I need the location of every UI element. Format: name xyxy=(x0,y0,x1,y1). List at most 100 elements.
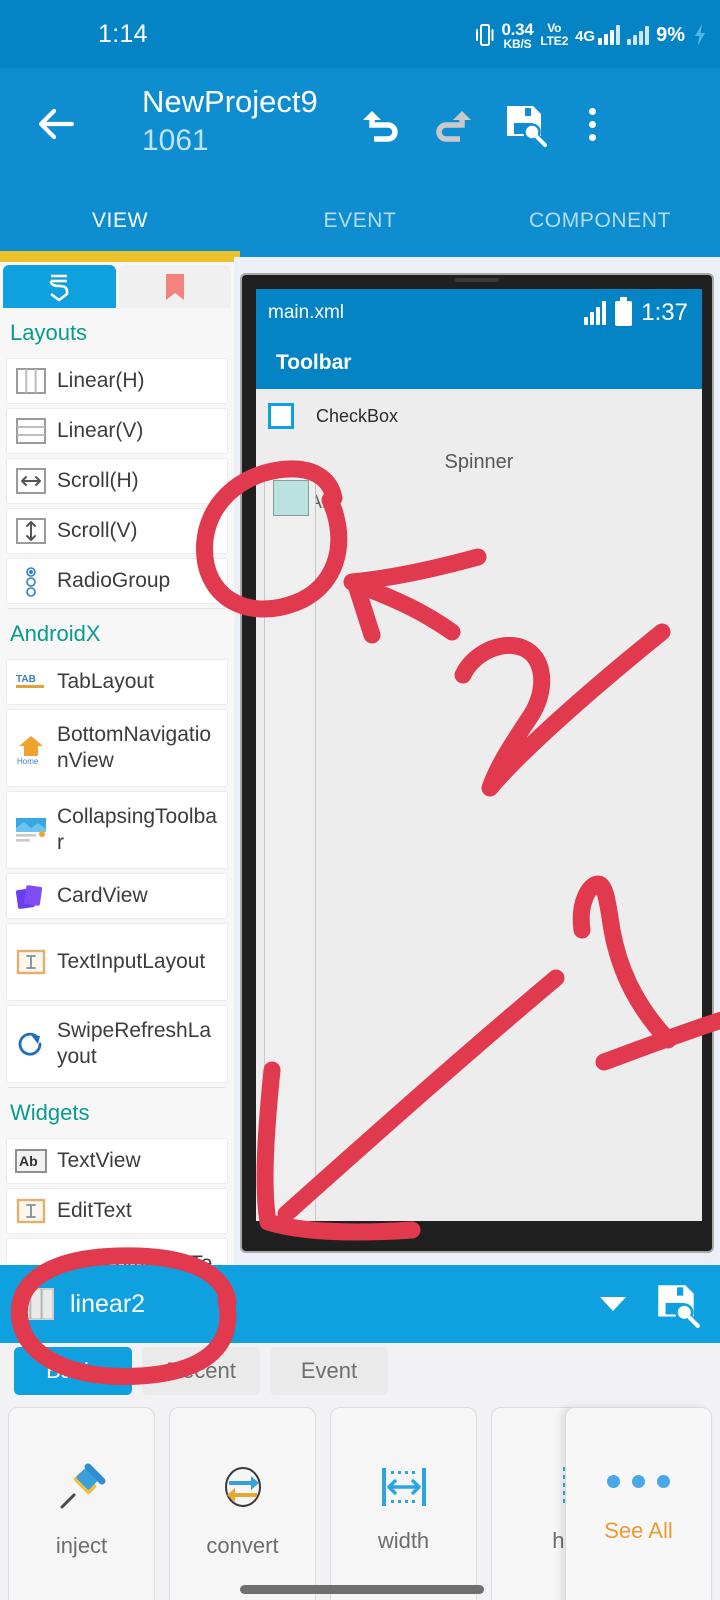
signal-bars-icon xyxy=(584,301,607,325)
palette-tab-bar xyxy=(0,262,234,308)
preview-clock: 1:37 xyxy=(641,299,688,326)
tab-event[interactable]: EVENT xyxy=(240,185,480,257)
property-tab-event[interactable]: Event xyxy=(270,1347,388,1395)
preview-linear2-container[interactable] xyxy=(264,471,316,1221)
selected-widget-name: linear2 xyxy=(70,1289,146,1318)
palette-tab-favorites[interactable] xyxy=(118,265,231,308)
textview-icon: Ab xyxy=(13,1143,49,1179)
palette-item-label: SwipeRefreshLayout xyxy=(57,1019,212,1068)
save-button[interactable] xyxy=(489,96,561,152)
vibrate-icon xyxy=(475,24,494,46)
palette-item-linear-h[interactable]: Linear(H) xyxy=(6,358,228,404)
network-speed-unit: KB/S xyxy=(503,36,532,51)
palette-item-label: Linear(H) xyxy=(57,369,145,392)
chevron-down-icon[interactable] xyxy=(600,1297,626,1311)
kebab-menu-icon xyxy=(588,107,596,141)
textinputlayout-icon xyxy=(13,944,49,980)
status-indicators: 0.34 KB/S Vo LTE2 4G 9% xyxy=(475,18,708,52)
back-arrow-icon[interactable] xyxy=(32,100,80,148)
redo-button[interactable] xyxy=(417,96,489,152)
action-card-bar[interactable]: inject convert width See All xyxy=(0,1399,720,1600)
palette-item-textview[interactable]: Ab TextView xyxy=(6,1138,228,1184)
status-clock: 1:14 xyxy=(98,20,148,48)
undo-icon xyxy=(363,111,398,142)
preview-selected-widget[interactable] xyxy=(273,480,309,516)
syringe-icon xyxy=(60,1463,105,1509)
preview-timepicker[interactable]: 1:14 AM xyxy=(256,474,702,514)
volte-bottom: LTE2 xyxy=(540,34,569,48)
charging-bolt-icon xyxy=(695,24,705,46)
palette-item-bottomnavigationview[interactable]: Home BottomNavigationView xyxy=(6,709,228,787)
preview-checkbox-row[interactable]: CheckBox xyxy=(256,389,702,429)
scroll-vertical-icon xyxy=(13,513,49,549)
preview-body[interactable]: CheckBox Spinner 1:14 AM xyxy=(256,389,702,1221)
action-card-label: convert xyxy=(206,1533,279,1558)
preview-toolbar[interactable]: Toolbar xyxy=(256,337,702,389)
property-tab-bar: Basic Recent Event xyxy=(0,1343,720,1399)
bottomnavigation-icon: Home xyxy=(13,730,49,766)
battery-icon xyxy=(615,296,633,326)
palette-item-label: TextView xyxy=(57,1149,141,1172)
edittext-icon xyxy=(13,1193,49,1229)
swiperefresh-icon xyxy=(13,1026,49,1062)
horizontal-scrollbar[interactable] xyxy=(240,1585,484,1594)
action-cards: inject convert width xyxy=(8,1407,638,1600)
overflow-menu-button[interactable] xyxy=(561,96,623,152)
phone-speaker-icon xyxy=(455,278,499,282)
system-status-bar: 1:14 0.34 KB/S Vo LTE2 4G 9% xyxy=(0,0,720,68)
action-card-inject[interactable]: inject xyxy=(8,1407,155,1600)
see-all-button[interactable]: See All xyxy=(565,1407,712,1600)
preview-spinner[interactable]: Spinner xyxy=(256,451,702,474)
signal-bars-icon xyxy=(598,25,621,45)
preview-toolbar-title: Toolbar xyxy=(276,351,352,374)
phone-screen[interactable]: main.xml 1:37 Toolbar CheckBox Spinner A… xyxy=(256,289,702,1221)
preview-checkbox-label: CheckBox xyxy=(316,405,399,426)
three-dots-icon xyxy=(607,1474,670,1488)
sketchware-logo-icon xyxy=(49,274,69,301)
palette-item-textinputlayout[interactable]: TextInputLayout xyxy=(6,923,228,1001)
property-tab-basic[interactable]: Basic xyxy=(14,1347,132,1395)
network-speed: 0.34 KB/S xyxy=(502,21,534,50)
selected-widget-bar[interactable]: linear2 xyxy=(0,1265,720,1343)
preview-status-icons: 1:37 xyxy=(584,296,688,327)
property-tab-recent[interactable]: Recent xyxy=(142,1347,260,1395)
palette-item-cardview[interactable]: CardView xyxy=(6,873,228,919)
palette-item-scroll-v[interactable]: Scroll(V) xyxy=(6,508,228,554)
layout-preview-area[interactable]: main.xml 1:37 Toolbar CheckBox Spinner A… xyxy=(234,257,720,1265)
palette-item-edittext[interactable]: EditText xyxy=(6,1188,228,1234)
page-title: NewProject9 xyxy=(142,84,318,119)
action-card-convert[interactable]: convert xyxy=(169,1407,316,1600)
palette-item-label: Scroll(V) xyxy=(57,519,138,542)
linear-horizontal-icon xyxy=(13,363,49,399)
tablayout-icon: TAB xyxy=(13,664,49,700)
widget-palette[interactable]: Layouts Linear(H) Linear(V) Scroll(H) Sc… xyxy=(0,257,234,1265)
phone-frame: main.xml 1:37 Toolbar CheckBox Spinner A… xyxy=(240,273,714,1253)
tab-view[interactable]: VIEW xyxy=(0,185,240,257)
undo-button[interactable] xyxy=(345,96,417,152)
save-widget-button[interactable] xyxy=(648,1279,706,1329)
tab-component[interactable]: COMPONENT xyxy=(480,185,720,257)
palette-section-androidx: AndroidX xyxy=(10,621,101,646)
palette-item-label: BottomNavigationView xyxy=(57,723,212,772)
palette-item-linear-v[interactable]: Linear(V) xyxy=(6,408,228,454)
svg-text:TAB: TAB xyxy=(16,674,36,685)
redo-icon xyxy=(436,111,471,142)
checkbox-icon[interactable] xyxy=(268,403,294,429)
signal-bars-2-icon xyxy=(627,25,650,45)
palette-section-widgets: Widgets xyxy=(10,1100,90,1125)
header-actions xyxy=(345,96,623,152)
palette-item-swiperefreshlayout[interactable]: SwipeRefreshLayout xyxy=(6,1005,228,1083)
volte-indicator: Vo LTE2 xyxy=(540,22,568,47)
palette-item-label: TabLayout xyxy=(57,670,154,693)
palette-item-radiogroup[interactable]: RadioGroup xyxy=(6,558,228,604)
network-type-indicator: 4G xyxy=(575,25,621,45)
action-card-width[interactable]: width xyxy=(330,1407,477,1600)
palette-item-label: AutoCompleteTextView xyxy=(57,1252,213,1265)
palette-item-autocompletetextview[interactable]: AutoCompleteTextView xyxy=(6,1238,228,1265)
palette-tab-widgets[interactable] xyxy=(3,265,116,308)
battery-percent: 9% xyxy=(656,23,685,46)
palette-item-tablayout[interactable]: TAB TabLayout xyxy=(6,659,228,705)
palette-item-collapsingtoolbar[interactable]: CollapsingToolbar xyxy=(6,791,228,869)
linear-vertical-icon xyxy=(13,413,49,449)
palette-item-scroll-h[interactable]: Scroll(H) xyxy=(6,458,228,504)
